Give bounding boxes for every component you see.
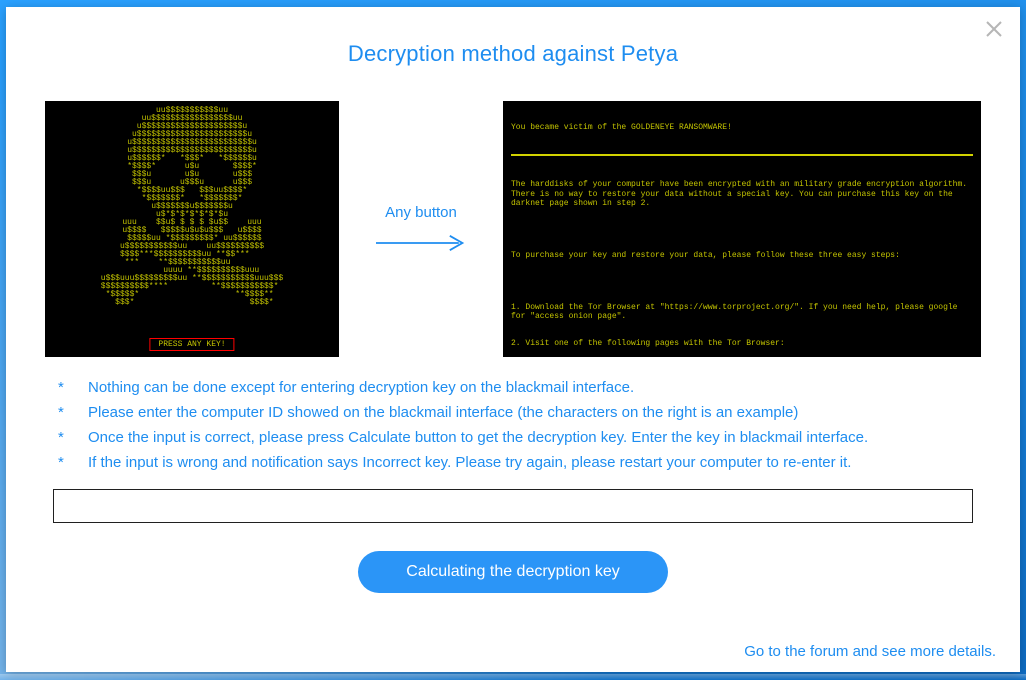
divider <box>511 154 973 156</box>
bullet-star: * <box>58 429 88 446</box>
list-item: * Once the input is correct, please pres… <box>58 429 1020 446</box>
ransom-para1: The harddisks of your computer have been… <box>511 180 973 208</box>
screenshot-row: uu$$$$$$$$$$$uu uu$$$$$$$$$$$$$$$$$uu u$… <box>6 101 1020 357</box>
bullet-text: If the input is wrong and notification s… <box>88 454 1020 471</box>
bullet-star: * <box>58 404 88 421</box>
ransom-header: You became victim of the GOLDENEYE RANSO… <box>511 123 973 132</box>
ransom-step1: 1. Download the Tor Browser at "https://… <box>511 303 973 321</box>
bullet-text: Once the input is correct, please press … <box>88 429 1020 446</box>
bullet-text: Please enter the computer ID showed on t… <box>88 404 1020 421</box>
bullet-text: Nothing can be done except for entering … <box>88 379 1020 396</box>
arrow-right-icon <box>376 231 466 255</box>
arrow-label: Any button <box>385 204 457 221</box>
computer-id-input[interactable] <box>53 489 973 523</box>
taskbar-edge <box>0 674 1026 680</box>
modal-title: Decryption method against Petya <box>6 7 1020 67</box>
ransom-note-terminal: You became victim of the GOLDENEYE RANSO… <box>503 101 981 357</box>
bullet-star: * <box>58 454 88 471</box>
bullet-star: * <box>58 379 88 396</box>
ransom-para2: To purchase your key and restore your da… <box>511 251 973 260</box>
list-item: * Please enter the computer ID showed on… <box>58 404 1020 421</box>
instruction-list: * Nothing can be done except for enterin… <box>58 379 1020 471</box>
petya-skull-terminal: uu$$$$$$$$$$$uu uu$$$$$$$$$$$$$$$$$uu u$… <box>45 101 339 357</box>
desktop-background: Decryption method against Petya uu$$$$$$… <box>0 0 1026 680</box>
close-icon <box>984 19 1004 39</box>
list-item: * Nothing can be done except for enterin… <box>58 379 1020 396</box>
forum-link[interactable]: Go to the forum and see more details. <box>744 643 996 660</box>
decryption-modal: Decryption method against Petya uu$$$$$$… <box>6 7 1020 672</box>
close-button[interactable] <box>984 19 1004 39</box>
press-any-key-label: PRESS ANY KEY! <box>149 338 234 351</box>
list-item: * If the input is wrong and notification… <box>58 454 1020 471</box>
ascii-skull-art: uu$$$$$$$$$$$uu uu$$$$$$$$$$$$$$$$$uu u$… <box>101 107 283 307</box>
ransom-step2: 2. Visit one of the following pages with… <box>511 339 973 348</box>
calculate-button[interactable]: Calculating the decryption key <box>358 551 667 593</box>
arrow-column: Any button <box>361 204 481 255</box>
